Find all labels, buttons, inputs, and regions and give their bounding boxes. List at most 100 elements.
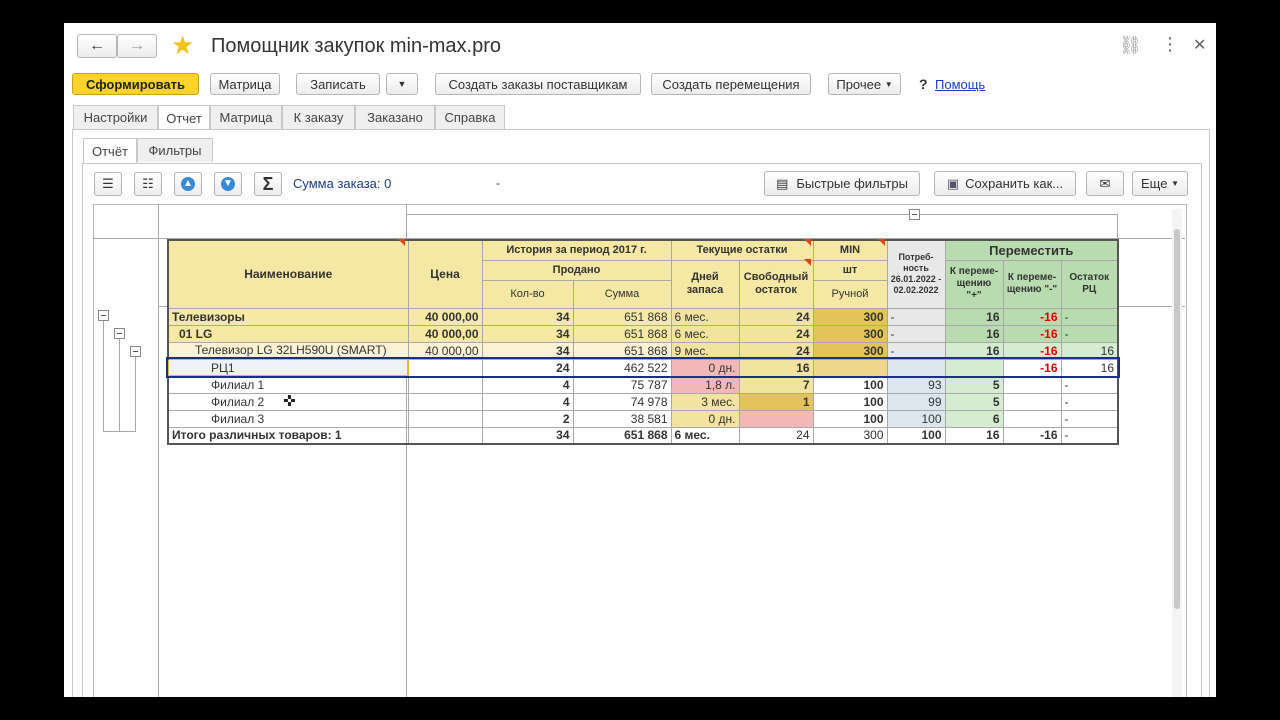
- table-cell[interactable]: 5: [944, 375, 1004, 394]
- table-cell[interactable]: 24: [738, 324, 814, 343]
- table-cell[interactable]: [1002, 375, 1062, 394]
- table-cell[interactable]: -: [1060, 307, 1119, 326]
- tab-ordered[interactable]: Заказано: [355, 105, 435, 129]
- table-cell[interactable]: 4: [481, 375, 574, 394]
- table-cell[interactable]: -16: [1002, 358, 1062, 377]
- table-cell[interactable]: 34: [481, 426, 574, 445]
- table-cell[interactable]: 0 дн.: [670, 358, 740, 377]
- table-cell[interactable]: Филиал 2 ✜: [167, 392, 409, 411]
- table-row[interactable]: Филиал 2 ✜ 4 74 978 3 мес. 1 100 99 5 -: [167, 392, 1119, 411]
- more-menu-button[interactable]: Прочее ▼: [828, 73, 901, 95]
- table-cell[interactable]: 40 000,00: [407, 341, 483, 360]
- table-cell[interactable]: 24: [738, 341, 814, 360]
- table-cell[interactable]: 24: [738, 307, 814, 326]
- table-cell[interactable]: 3 мес.: [670, 392, 740, 411]
- table-cell[interactable]: 9 мес.: [670, 341, 740, 360]
- table-cell[interactable]: -16: [1002, 324, 1062, 343]
- collapse-group-icon[interactable]: [114, 328, 125, 339]
- table-cell[interactable]: 01 LG: [167, 324, 409, 343]
- table-cell[interactable]: -: [1060, 375, 1119, 394]
- table-cell[interactable]: Итого различных товаров: 1: [167, 426, 409, 445]
- link-icon[interactable]: ⛓: [1119, 35, 1142, 56]
- table-cell[interactable]: 99: [886, 392, 946, 411]
- table-cell[interactable]: 40 000,00: [407, 307, 483, 326]
- table-cell[interactable]: 74 978: [572, 392, 672, 411]
- table-cell[interactable]: 16: [944, 307, 1004, 326]
- table-cell[interactable]: [407, 375, 483, 394]
- table-cell[interactable]: 300: [812, 307, 888, 326]
- table-cell[interactable]: 651 868: [572, 341, 672, 360]
- table-row[interactable]: Филиал 1 4 75 787 1,8 л. 7 100 93 5 -: [167, 375, 1119, 394]
- table-cell[interactable]: [812, 358, 888, 377]
- table-cell[interactable]: 1,8 л.: [670, 375, 740, 394]
- more-actions-button[interactable]: Еще ▼: [1132, 171, 1188, 196]
- table-cell[interactable]: 93: [886, 375, 946, 394]
- table-cell[interactable]: 34: [481, 341, 574, 360]
- table-cell[interactable]: Телевизоры: [167, 307, 409, 326]
- table-cell[interactable]: 7: [738, 375, 814, 394]
- quick-filters-button[interactable]: ▤ Быстрые фильтры: [764, 171, 920, 196]
- table-cell[interactable]: 2: [481, 409, 574, 428]
- table-cell[interactable]: 100: [812, 409, 888, 428]
- table-cell[interactable]: 100: [886, 426, 946, 445]
- table-cell[interactable]: 4: [481, 392, 574, 411]
- vertical-scrollbar[interactable]: [1172, 209, 1182, 697]
- table-cell[interactable]: -: [1060, 409, 1119, 428]
- tab-help[interactable]: Справка: [435, 105, 505, 129]
- table-cell[interactable]: [407, 358, 483, 377]
- table-row-selected[interactable]: РЦ1 24 462 522 0 дн. 16 -16 16: [166, 357, 1120, 378]
- tab-report[interactable]: Отчет: [158, 105, 210, 130]
- tab-matrix[interactable]: Матрица: [210, 105, 282, 129]
- create-transfers-button[interactable]: Создать перемещения: [651, 73, 811, 95]
- table-cell[interactable]: 100: [812, 375, 888, 394]
- table-cell[interactable]: [886, 358, 946, 377]
- table-cell[interactable]: [407, 426, 483, 445]
- table-row[interactable]: Филиал 3 2 38 581 0 дн. 100 100 6 -: [167, 409, 1119, 428]
- table-cell[interactable]: 651 868: [572, 324, 672, 343]
- table-cell[interactable]: 100: [812, 392, 888, 411]
- tab-to-order[interactable]: К заказу: [282, 105, 355, 129]
- subtab-report[interactable]: Отчёт: [83, 138, 137, 163]
- table-cell[interactable]: 300: [812, 341, 888, 360]
- save-as-button[interactable]: ▣ Сохранить как...: [934, 171, 1076, 196]
- table-cell[interactable]: [407, 409, 483, 428]
- create-supplier-orders-button[interactable]: Создать заказы поставщикам: [435, 73, 641, 95]
- table-cell[interactable]: 651 868: [572, 426, 672, 445]
- arrow-down-icon[interactable]: ▼: [214, 172, 242, 196]
- table-cell[interactable]: -16: [1002, 341, 1062, 360]
- table-cell[interactable]: 24: [481, 358, 574, 377]
- matrix-button[interactable]: Матрица: [210, 73, 280, 95]
- table-cell[interactable]: [738, 409, 814, 428]
- table-cell[interactable]: -: [886, 307, 946, 326]
- table-cell[interactable]: 16: [738, 358, 814, 377]
- table-cell[interactable]: -: [1060, 324, 1119, 343]
- collapse-column-group-icon[interactable]: [909, 209, 920, 220]
- table-cell[interactable]: 0 дн.: [670, 409, 740, 428]
- menu-kebab-icon[interactable]: ⋮: [1161, 34, 1179, 55]
- table-cell[interactable]: 34: [481, 324, 574, 343]
- expand-all-icon[interactable]: ☰: [94, 172, 122, 196]
- table-row[interactable]: Телевизоры 40 000,00 34 651 868 6 мес. 2…: [167, 307, 1119, 326]
- table-cell[interactable]: 24: [738, 426, 814, 445]
- table-cell[interactable]: [1002, 409, 1062, 428]
- sum-icon[interactable]: Σ: [254, 172, 282, 196]
- table-cell[interactable]: 16: [1060, 341, 1119, 360]
- arrow-up-icon[interactable]: ▲: [174, 172, 202, 196]
- table-cell[interactable]: -: [1060, 426, 1119, 445]
- forward-button[interactable]: →: [117, 34, 157, 58]
- subtab-filters[interactable]: Фильтры: [137, 138, 213, 162]
- table-cell[interactable]: 16: [944, 324, 1004, 343]
- table-cell[interactable]: 38 581: [572, 409, 672, 428]
- table-row[interactable]: Телевизор LG 32LH590U (SMART) 40 000,00 …: [167, 341, 1119, 360]
- table-cell[interactable]: Телевизор LG 32LH590U (SMART): [167, 341, 409, 360]
- collapse-group-icon[interactable]: [98, 310, 109, 321]
- save-dropdown-button[interactable]: ▼: [386, 73, 418, 95]
- table-cell[interactable]: -: [1060, 392, 1119, 411]
- table-cell[interactable]: 300: [812, 324, 888, 343]
- save-button[interactable]: Записать: [296, 73, 380, 95]
- favorite-star-icon[interactable]: ★: [171, 31, 194, 59]
- table-cell[interactable]: -16: [1002, 307, 1062, 326]
- table-cell[interactable]: 100: [886, 409, 946, 428]
- mail-button[interactable]: ✉: [1086, 171, 1124, 196]
- table-cell[interactable]: -: [886, 341, 946, 360]
